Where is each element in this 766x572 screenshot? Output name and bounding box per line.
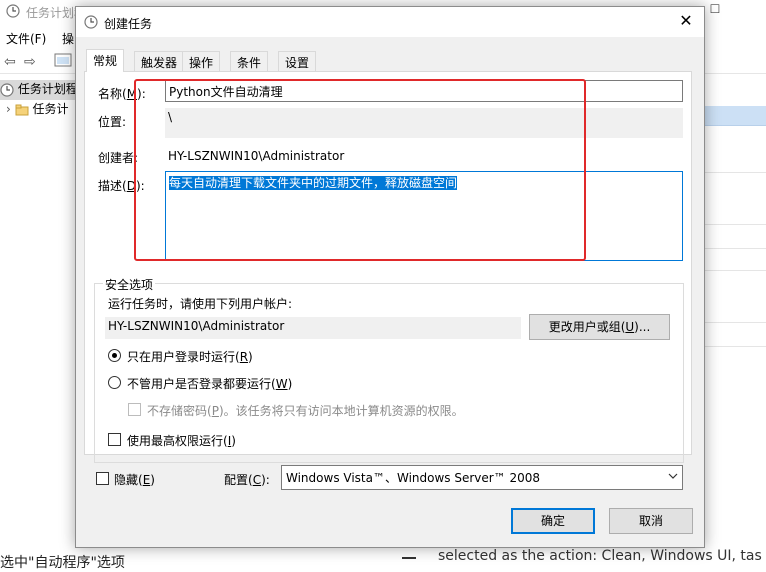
tab-triggers[interactable]: 触发器 (134, 51, 185, 71)
tab-general[interactable]: 常规 (86, 49, 125, 72)
configure-select[interactable]: Windows Vista™、Windows Server™ 2008 (281, 465, 683, 490)
divider (700, 270, 766, 271)
clock-icon (6, 4, 20, 18)
location-value: \ (165, 108, 683, 138)
tree-item-label: 任务计划程 (17, 82, 78, 96)
chevron-right-icon[interactable]: › (6, 102, 11, 116)
clock-icon (84, 15, 98, 29)
change-user-suffix: )... (634, 320, 651, 334)
divider (700, 248, 766, 249)
radio-run-whether-label: 不管用户是否登录都要运行(W) (127, 375, 292, 392)
radio-run-whether-logged-on[interactable] (108, 376, 121, 389)
divider (700, 172, 766, 173)
radio-logged-on-suffix: ) (248, 350, 253, 364)
tab-settings[interactable]: 设置 (278, 51, 317, 71)
description-textarea[interactable]: 每天自动清理下载文件夹中的过期文件，释放磁盘空间 (165, 171, 683, 261)
location-label: 位置: (98, 115, 127, 129)
no-store-password-accesskey: P (211, 404, 219, 418)
cancel-button[interactable]: 取消 (609, 508, 693, 534)
divider (700, 224, 766, 225)
radio-run-logged-on[interactable] (108, 349, 121, 362)
create-task-dialog: 创建任务 ✕ 常规 触发器 操作 条件 设置 名称(M): Python文件自动… (75, 6, 705, 548)
forward-arrow-icon[interactable]: ⇨ (24, 54, 36, 70)
radio-whether-suffix: ) (287, 377, 293, 391)
divider (402, 557, 416, 559)
radio-whether-accesskey: W (275, 377, 288, 391)
folder-icon (15, 103, 29, 117)
name-label: 名称(M): (98, 85, 146, 102)
chevron-down-icon[interactable] (668, 471, 678, 484)
hidden-label: 隐藏(E) (114, 471, 155, 488)
description-label: 描述(D): (98, 177, 145, 194)
run-as-prompt: 运行任务时，请使用下列用户帐户: (108, 297, 293, 311)
radio-run-logged-on-label: 只在用户登录时运行(R) (127, 348, 253, 365)
highest-privileges-text: 使用最高权限运行( (127, 434, 228, 448)
radio-whether-text: 不管用户是否登录都要运行( (127, 377, 276, 391)
description-label-text: 描述( (98, 179, 127, 193)
restore-icon[interactable]: ☐ (706, 0, 724, 18)
configure-suffix: ): (261, 473, 270, 487)
task-list-pane (700, 76, 766, 536)
back-arrow-icon[interactable]: ⇦ (4, 54, 16, 70)
divider (700, 322, 766, 323)
change-user-button[interactable]: 更改用户或组(U)... (529, 314, 670, 340)
change-user-text: 更改用户或组( (548, 320, 626, 334)
hidden-checkbox[interactable] (96, 472, 109, 485)
dialog-titlebar: 创建任务 ✕ (76, 7, 704, 37)
name-label-suffix: ): (137, 87, 146, 101)
configure-accesskey: C (252, 473, 262, 487)
hidden-suffix: ) (150, 473, 155, 487)
highest-privileges-label: 使用最高权限运行(I) (127, 432, 236, 449)
author-value: HY-LSZNWIN10\Administrator (168, 149, 345, 163)
hidden-text: 隐藏( (114, 473, 143, 487)
security-options-title: 安全选项 (103, 276, 156, 293)
ok-button[interactable]: 确定 (511, 508, 595, 534)
console-icon[interactable] (54, 53, 72, 71)
description-selected-text: 每天自动清理下载文件夹中的过期文件，释放磁盘空间 (169, 176, 458, 190)
no-store-password-label: 不存储密码(P)。该任务将只有访问本地计算机资源的权限。 (147, 402, 464, 419)
tree-item-task-library[interactable]: › 任务计 (6, 100, 68, 120)
menu-action[interactable]: 操 (62, 30, 74, 47)
no-store-password-text: 不存储密码( (147, 404, 212, 418)
tree-item-label: 任务计 (32, 102, 69, 116)
background-doc-text: selected as the action: Clean, Windows U… (438, 548, 762, 564)
background-doc-text: 选中"自动程序"选项 (0, 555, 125, 571)
configure-label: 配置(C): (224, 471, 270, 488)
highest-privileges-checkbox[interactable] (108, 433, 121, 446)
navigation-tree: 任务计划程 › 任务计 (0, 76, 78, 536)
description-label-suffix: ): (135, 179, 145, 193)
radio-logged-on-text: 只在用户登录时运行( (127, 350, 240, 364)
configure-selected-value: Windows Vista™、Windows Server™ 2008 (286, 471, 541, 485)
highest-privileges-suffix: ) (231, 434, 236, 448)
description-label-accesskey: D (126, 179, 136, 193)
menu-file[interactable]: 文件(F) (6, 30, 46, 47)
clock-icon (0, 82, 14, 97)
user-account-field: HY-LSZNWIN10\Administrator (105, 317, 521, 339)
tab-actions[interactable]: 操作 (182, 51, 221, 71)
name-label-text: 名称( (98, 87, 127, 101)
dialog-title: 创建任务 (104, 17, 153, 31)
author-label: 创建者: (98, 151, 139, 165)
no-store-password-checkbox[interactable] (128, 403, 141, 416)
name-label-accesskey: M (126, 87, 138, 101)
change-user-accesskey: U (625, 320, 635, 334)
name-field[interactable]: Python文件自动清理 (165, 80, 683, 102)
configure-text: 配置( (224, 473, 253, 487)
close-icon[interactable]: ✕ (676, 11, 696, 31)
no-store-password-suffix: )。该任务将只有访问本地计算机资源的权限。 (218, 404, 464, 418)
tree-item-task-scheduler-library[interactable]: 任务计划程 (0, 80, 78, 100)
radio-logged-on-accesskey: R (239, 350, 249, 364)
selected-task-row[interactable] (700, 106, 766, 126)
tab-conditions[interactable]: 条件 (230, 51, 269, 71)
divider (700, 346, 766, 347)
